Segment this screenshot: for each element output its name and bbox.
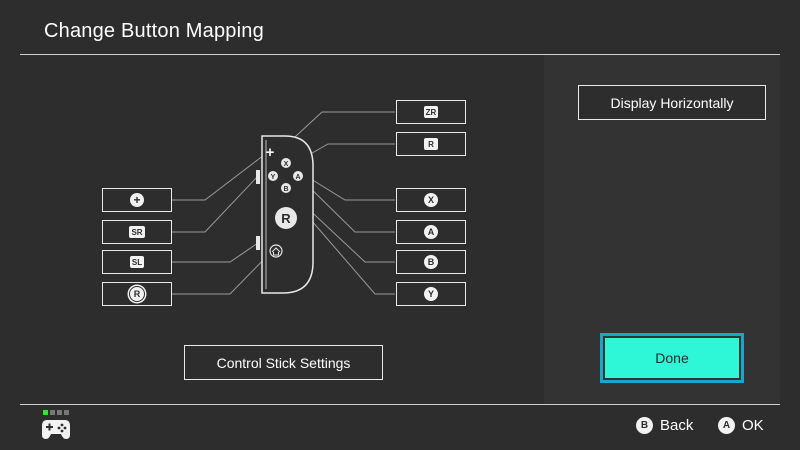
ok-action[interactable]: A OK [718, 417, 764, 434]
done-button-focus-ring[interactable]: Done [600, 333, 744, 383]
map-button-y[interactable]: Y [396, 282, 466, 306]
gamepad-icon [42, 420, 70, 439]
footer-divider [20, 404, 780, 405]
sr-rail [256, 170, 260, 184]
map-button-sl[interactable]: SL [102, 250, 172, 274]
svg-text:X: X [284, 161, 289, 168]
connector-plus [172, 151, 269, 201]
back-action[interactable]: B Back [636, 417, 693, 434]
back-label: Back [660, 417, 694, 434]
connector-sr [172, 175, 259, 233]
zr-icon: ZR [423, 106, 439, 118]
sr-icon: SR [129, 226, 145, 238]
svg-text:A: A [295, 174, 300, 181]
svg-text:B: B [283, 186, 288, 193]
map-button-sr[interactable]: SR [102, 220, 172, 244]
connector-sl [172, 242, 259, 263]
joycon-plus: + [266, 144, 275, 161]
svg-text:Y: Y [271, 174, 276, 181]
done-button[interactable]: Done [605, 338, 739, 378]
connector-r [299, 143, 395, 161]
sl-icon: SL [129, 256, 145, 268]
map-button-b[interactable]: B [396, 250, 466, 274]
a-icon: A [424, 225, 438, 239]
plus-icon: + [130, 193, 144, 207]
control-stick-settings-button[interactable]: Control Stick Settings [184, 345, 383, 380]
page-indicator [43, 410, 69, 415]
b-icon: B [424, 255, 438, 269]
b-button-icon: B [636, 417, 653, 434]
svg-text:R: R [281, 211, 291, 226]
a-button-icon: A [718, 417, 735, 434]
ok-label: OK [742, 417, 764, 434]
map-button-r[interactable]: R [396, 132, 466, 156]
map-button-plus[interactable]: + [102, 188, 172, 212]
map-button-zr[interactable]: ZR [396, 100, 466, 124]
display-horizontally-button[interactable]: Display Horizontally [578, 85, 766, 120]
r-icon: R [424, 138, 438, 150]
x-icon: X [424, 193, 438, 207]
map-button-x[interactable]: X [396, 188, 466, 212]
connector-stick [172, 249, 274, 295]
map-button-stick-press[interactable]: R [102, 282, 172, 306]
sl-rail [256, 236, 260, 250]
stick-press-icon: R [129, 286, 145, 302]
map-button-a[interactable]: A [396, 220, 466, 244]
y-icon: Y [424, 287, 438, 301]
